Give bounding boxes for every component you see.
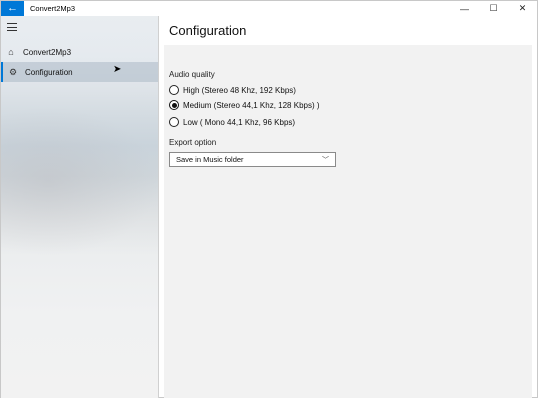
radio-option-low[interactable]: Low ( Mono 44,1 Khz, 96 Kbps) [169,117,295,127]
chevron-down-icon: ﹀ [322,156,329,164]
title-bar: ← Convert2Mp3 — ☐ ✕ [1,1,537,16]
radio-button[interactable] [169,85,179,95]
radio-option-medium[interactable]: Medium (Stereo 44,1 Khz, 128 Kbps) ) [169,100,320,110]
radio-label: Medium (Stereo 44,1 Khz, 128 Kbps) ) [183,100,320,110]
home-icon: ⌂ [8,47,14,57]
radio-option-high[interactable]: High (Stereo 48 Khz, 192 Kbps) [169,85,296,95]
minimize-button[interactable]: — [450,1,479,16]
audio-quality-label: Audio quality [169,70,215,79]
close-button[interactable]: ✕ [508,1,537,16]
back-arrow-icon: ← [7,2,18,14]
page-title: Configuration [169,23,247,38]
export-option-dropdown[interactable]: Save in Music folder ﹀ [169,152,336,167]
maximize-icon: ☐ [489,3,498,13]
radio-button[interactable] [169,117,179,127]
sidebar-item-label: Convert2Mp3 [23,47,72,57]
sidebar-item-label: Configuration [25,67,73,77]
gear-icon: ⚙ [8,66,18,77]
hamburger-icon[interactable] [7,23,17,31]
minimize-icon: — [460,3,469,14]
dropdown-value: Save in Music folder [176,155,244,164]
app-window: ← Convert2Mp3 — ☐ ✕ ⌂ Convert2Mp3 ⚙ Conf… [0,0,538,398]
window-controls: — ☐ ✕ [450,1,537,16]
content-panel [164,45,532,398]
back-button[interactable]: ← [1,1,24,16]
radio-button-checked[interactable] [169,100,179,110]
sidebar-item-convert2mp3[interactable]: ⌂ Convert2Mp3 [1,42,158,62]
close-icon: ✕ [518,3,527,13]
maximize-button[interactable]: ☐ [479,1,508,16]
mouse-cursor-icon: ➤ [113,64,122,75]
radio-label: High (Stereo 48 Khz, 192 Kbps) [183,85,296,95]
window-title: Convert2Mp3 [30,4,76,13]
export-option-label: Export option [169,138,217,147]
sidebar: ⌂ Convert2Mp3 ⚙ Configuration [1,16,159,398]
sidebar-item-configuration[interactable]: ⚙ Configuration [1,62,158,82]
radio-label: Low ( Mono 44,1 Khz, 96 Kbps) [183,117,296,127]
